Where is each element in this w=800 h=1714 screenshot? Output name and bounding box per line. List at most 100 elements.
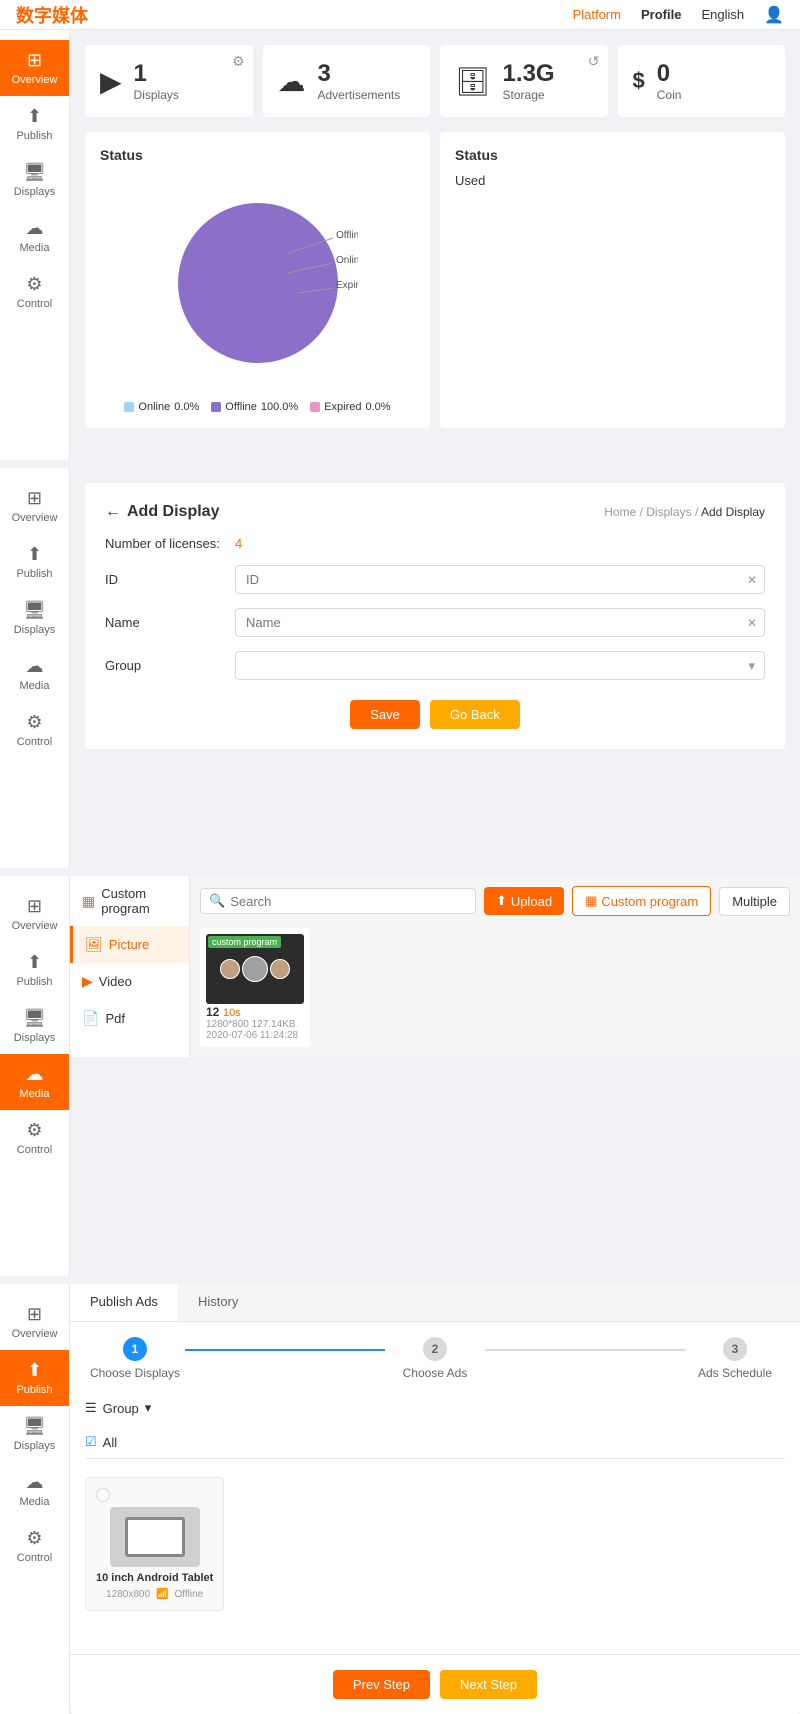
ads-stat-info: 3 Advertisements [318,60,401,102]
display-stat-icon: ▶ [100,65,122,98]
display-radio[interactable] [96,1488,110,1502]
sidebar-label-displays: Displays [14,186,56,198]
sidebar3-item-overview[interactable]: ⊞ Overview [0,886,69,942]
profile-link[interactable]: Profile [641,7,681,22]
storage-stat-icon: 🗄 [455,65,491,98]
add-display-card: ← Add Display Home / Displays / Add Disp… [85,483,785,749]
media-item-duration: 10s [223,1007,241,1019]
sidebar2-item-overview[interactable]: ⊞ Overview [0,478,69,534]
sidebar2-item-control[interactable]: ⚙ Control [0,702,69,758]
custom-program-button[interactable]: ▦ Custom program [572,886,711,916]
display-label: Displays [134,88,179,102]
add-display-content: ← Add Display Home / Displays / Add Disp… [70,468,800,868]
sidebar-item-media[interactable]: ☁ Media [0,208,69,264]
user-icon[interactable]: 👤 [764,5,784,25]
legend-online-label: Online [138,401,170,413]
sidebar4-item-media[interactable]: ☁ Media [0,1462,69,1518]
sidebar-item-control[interactable]: ⚙ Control [0,264,69,320]
step-circle-1: 1 [123,1337,147,1361]
coin-value: 0 [657,60,682,88]
coin-stat-info: 0 Coin [657,60,682,102]
media-search-input[interactable] [230,894,467,909]
sidebar2-label-media: Media [20,680,50,692]
sidebar3-item-control[interactable]: ⚙ Control [0,1110,69,1166]
save-button[interactable]: Save [350,700,420,729]
language-selector[interactable]: English [701,7,744,22]
sidebar4-item-overview[interactable]: ⊞ Overview [0,1294,69,1350]
menu-picture-label: Picture [109,937,149,952]
custom-prog-btn-icon: ▦ [585,893,597,909]
all-checkbox-row[interactable]: ☑ All [85,1426,785,1459]
control-icon4: ⚙ [26,1528,42,1549]
display-card[interactable]: 10 inch Android Tablet 1280x800 📶 Offlin… [85,1477,224,1611]
group-label: Group [103,1401,139,1416]
menu-pdf[interactable]: 📄 Pdf [70,1000,189,1037]
group-select[interactable] [235,651,765,680]
prev-step-button[interactable]: Prev Step [333,1670,430,1699]
sidebar-item-publish[interactable]: ⬆ Publish [0,96,69,152]
displays-icon3: 🖥 [23,1008,46,1029]
group-label: Group [105,658,235,673]
go-back-button[interactable]: Go Back [430,700,520,729]
tab-publish-ads[interactable]: Publish Ads [70,1284,178,1321]
group-header[interactable]: ☰ Group ▾ [85,1400,785,1416]
custom-prog-icon: ▦ [82,893,95,910]
menu-custom-program[interactable]: ▦ Custom program [70,876,189,926]
gear-icon-displays[interactable]: ⚙ [232,53,245,70]
breadcrumb: Home / Displays / Add Display [604,505,765,519]
sidebar2-item-displays[interactable]: 🖥 Displays [0,590,69,646]
multiple-button[interactable]: Multiple [719,887,790,916]
menu-picture[interactable]: 🖼 Picture [70,926,189,963]
sidebar-overview: ⊞ Overview ⬆ Publish 🖥 Displays ☁ Media … [0,30,70,460]
section-overview: ⊞ Overview ⬆ Publish 🖥 Displays ☁ Media … [0,30,800,460]
sidebar2-item-media[interactable]: ☁ Media [0,646,69,702]
publish-icon4: ⬆ [27,1360,42,1381]
id-input[interactable] [235,565,765,594]
breadcrumb-displays[interactable]: Displays [646,505,691,519]
sidebar2-item-publish[interactable]: ⬆ Publish [0,534,69,590]
form-actions: Save Go Back [105,700,765,729]
storage-stat-info: 1.3G Storage [503,60,555,102]
name-input[interactable] [235,608,765,637]
gear-icon-storage[interactable]: ↺ [588,53,600,70]
menu-pdf-label: Pdf [105,1011,125,1026]
breadcrumb-home[interactable]: Home [604,505,636,519]
sidebar3-label-overview: Overview [12,920,58,932]
back-arrow-icon[interactable]: ← [105,503,121,521]
custom-prog-thumb-label: custom program [208,936,281,948]
media-type-sidebar: ▦ Custom program 🖼 Picture ▶ Video 📄 Pdf [70,876,190,1057]
step-3: 3 Ads Schedule [685,1337,785,1380]
upload-button[interactable]: ⬆ Upload [484,887,564,915]
sidebar4-item-displays[interactable]: 🖥 Displays [0,1406,69,1462]
sidebar-add-display: ⊞ Overview ⬆ Publish 🖥 Displays ☁ Media … [0,468,70,868]
licenses-value: 4 [235,536,242,551]
legend-expired-value: 0.0% [366,401,391,413]
step-label-2: Choose Ads [403,1366,468,1380]
sidebar3-item-publish[interactable]: ⬆ Publish [0,942,69,998]
media-item-meta: 1280*800 127.14KB [206,1019,304,1030]
tab-history[interactable]: History [178,1284,258,1321]
legend-dot-offline [211,402,221,412]
sidebar3-item-media[interactable]: ☁ Media [0,1054,69,1110]
top-nav: 数字媒体 Platform Profile English 👤 [0,0,800,30]
upload-label: Upload [511,894,552,909]
menu-video[interactable]: ▶ Video [70,963,189,1000]
media-item-date: 2020-07-06 11:24:28 [206,1030,304,1041]
sidebar4-item-publish[interactable]: ⬆ Publish [0,1350,69,1406]
platform-link[interactable]: Platform [573,7,621,22]
media-item[interactable]: custom program 12 10s 1280*800 [200,928,310,1047]
display-stat-info: 1 Displays [134,60,179,102]
sidebar-item-overview[interactable]: ⊞ Overview [0,40,69,96]
sidebar-item-displays[interactable]: 🖥 Displays [0,152,69,208]
sidebar3-item-displays[interactable]: 🖥 Displays [0,998,69,1054]
next-step-button[interactable]: Next Step [440,1670,537,1699]
title-text: Add Display [127,503,219,521]
step-1: 1 Choose Displays [85,1337,185,1380]
nav-links: Platform Profile English 👤 [573,5,784,25]
thumb-faces [220,956,290,982]
display-name: 10 inch Android Tablet [96,1572,213,1584]
sidebar4-item-control[interactable]: ⚙ Control [0,1518,69,1574]
media-item-title: 12 [206,1005,219,1019]
display-list: 10 inch Android Tablet 1280x800 📶 Offlin… [85,1469,785,1619]
legend-expired: Expired 0.0% [310,401,390,413]
